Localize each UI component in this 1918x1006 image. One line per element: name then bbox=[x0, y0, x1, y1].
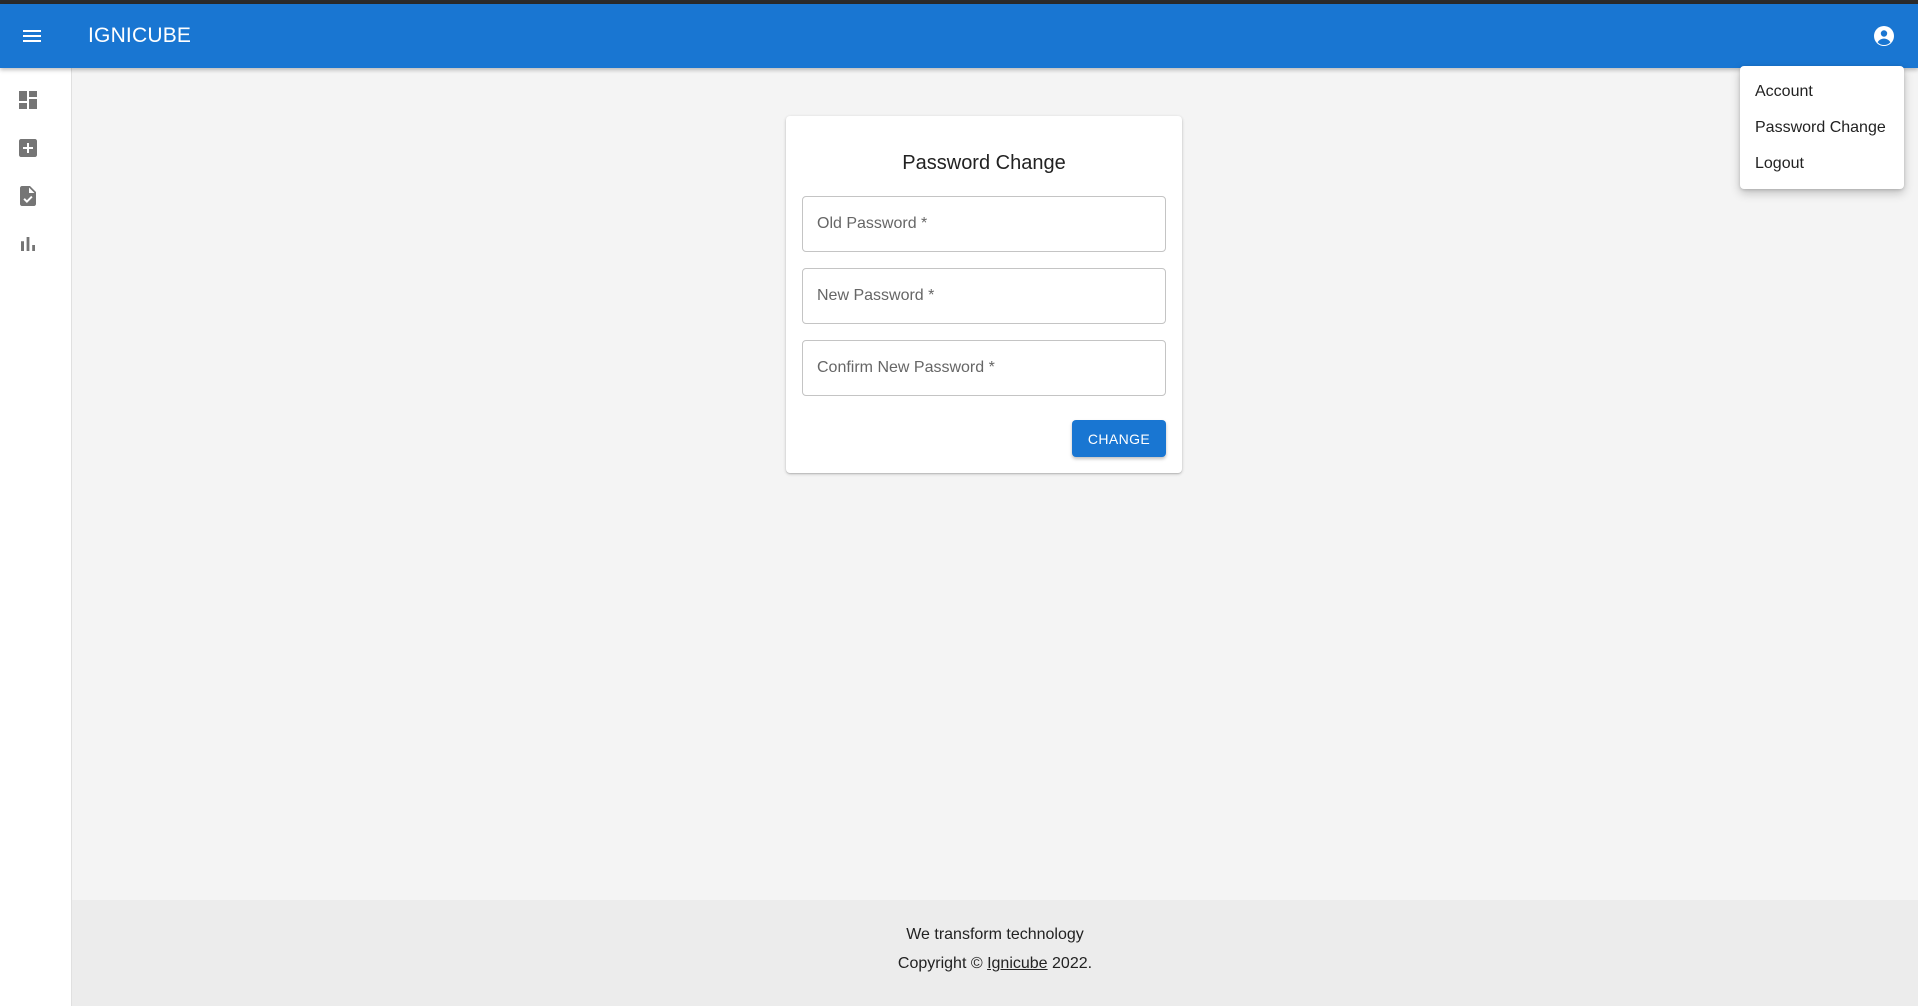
account-button[interactable] bbox=[1868, 20, 1900, 52]
new-password-field bbox=[802, 268, 1166, 324]
account-circle-icon bbox=[1874, 26, 1894, 46]
sidebar-item-document-check[interactable] bbox=[0, 172, 72, 220]
menu-item-account[interactable]: Account bbox=[1740, 74, 1904, 110]
confirm-password-field bbox=[802, 340, 1166, 396]
dashboard-icon bbox=[19, 91, 37, 109]
sidebar-item-dashboard[interactable] bbox=[0, 76, 72, 124]
copyright-suffix: 2022. bbox=[1047, 955, 1093, 972]
copyright-prefix: Copyright © bbox=[897, 955, 988, 972]
change-button[interactable]: CHANGE bbox=[1072, 420, 1166, 457]
sidebar-item-add[interactable] bbox=[0, 124, 72, 172]
sidebar bbox=[0, 68, 72, 1006]
bar-chart-icon bbox=[21, 237, 35, 251]
old-password-input[interactable] bbox=[803, 197, 1165, 251]
menu-item-password-change[interactable]: Password Change bbox=[1740, 110, 1904, 146]
footer-copyright: Copyright © Ignicube 2022. bbox=[72, 955, 1918, 973]
confirm-password-input[interactable] bbox=[803, 341, 1165, 395]
add-box-icon bbox=[19, 139, 37, 157]
app-bar: IGNICUBE bbox=[0, 4, 1918, 68]
company-link[interactable]: Ignicube bbox=[987, 955, 1048, 972]
new-password-input[interactable] bbox=[803, 269, 1165, 323]
menu-icon bbox=[23, 30, 41, 42]
old-password-field bbox=[802, 196, 1166, 252]
sidebar-item-bar-chart[interactable] bbox=[0, 220, 72, 268]
menu-item-logout[interactable]: Logout bbox=[1740, 146, 1904, 182]
form-title: Password Change bbox=[902, 152, 1066, 174]
password-change-card: Password Change CHANGE bbox=[786, 116, 1182, 473]
footer-tagline: We transform technology bbox=[906, 926, 1084, 943]
footer: We transform technology Copyright © Igni… bbox=[72, 900, 1918, 1006]
menu-button[interactable] bbox=[16, 20, 48, 52]
account-menu: Account Password Change Logout bbox=[1740, 66, 1904, 189]
app-title: IGNICUBE bbox=[88, 24, 192, 47]
document-check-icon bbox=[20, 186, 36, 206]
